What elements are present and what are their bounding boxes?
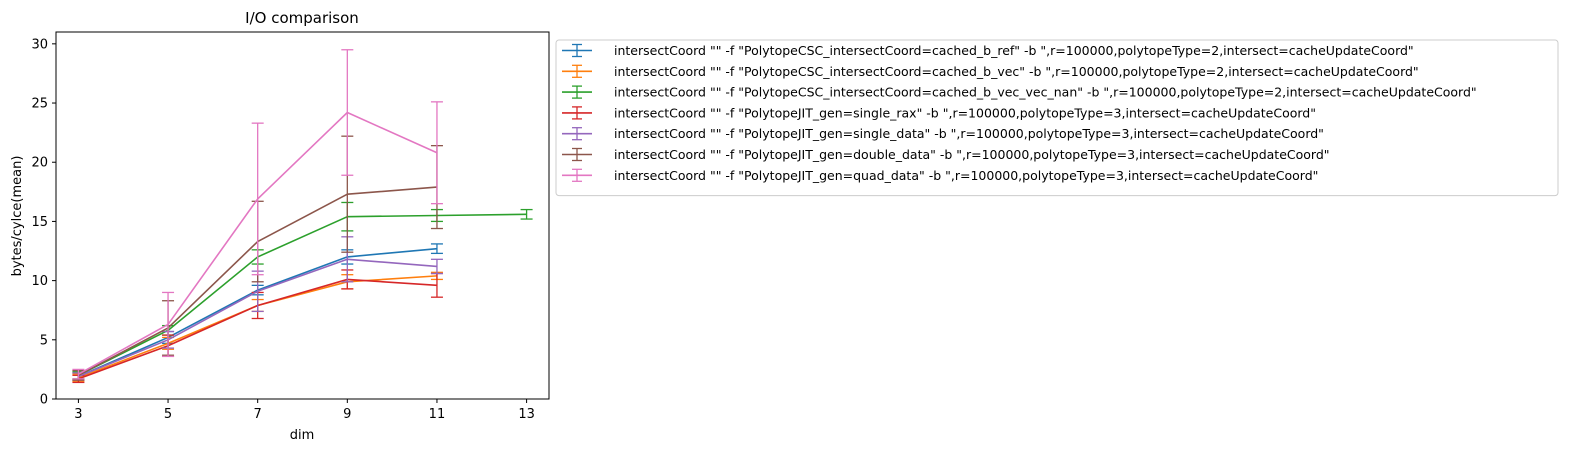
chart-title: I/O comparison bbox=[245, 9, 359, 27]
x-tick-label: 13 bbox=[518, 407, 535, 422]
chart-figure: I/O comparison dim bytes/cylce(mean) 3 5 7… bbox=[0, 0, 1579, 455]
x-tick-label: 9 bbox=[343, 407, 351, 422]
legend-entry-label: intersectCoord "" -f "PolytopeJIT_gen=si… bbox=[614, 105, 1316, 120]
legend-entry-label: intersectCoord "" -f "PolytopeJIT_gen=si… bbox=[614, 126, 1324, 141]
x-tick-label: 7 bbox=[254, 407, 262, 422]
y-tick-label: 5 bbox=[40, 333, 48, 348]
y-tick-label: 10 bbox=[31, 274, 48, 289]
legend-entry-label: intersectCoord "" -f "PolytopeJIT_gen=do… bbox=[614, 147, 1330, 162]
x-tick-label: 11 bbox=[429, 407, 446, 422]
legend-entry-label: intersectCoord "" -f "PolytopeJIT_gen=qu… bbox=[614, 168, 1318, 183]
legend: intersectCoord "" -f "PolytopeCSC_inters… bbox=[555, 39, 1559, 197]
y-tick-label: 25 bbox=[31, 97, 48, 112]
y-tick-label: 30 bbox=[31, 37, 48, 52]
legend-entry-label: intersectCoord "" -f "PolytopeCSC_inters… bbox=[614, 64, 1419, 79]
line-chart: I/O comparison dim bytes/cylce(mean) 3 5 7… bbox=[10, 9, 1559, 443]
plot-area: 3 5 7 9 11 13 0 5 10 15 20 25 30 bbox=[31, 31, 550, 422]
y-axis-label: bytes/cylce(mean) bbox=[10, 156, 25, 277]
x-axis-label: dim bbox=[290, 428, 315, 443]
y-tick-label: 15 bbox=[31, 215, 48, 230]
legend-entry-label: intersectCoord "" -f "PolytopeCSC_inters… bbox=[614, 85, 1477, 100]
y-tick-label: 20 bbox=[31, 156, 48, 171]
x-tick-label: 5 bbox=[164, 407, 172, 422]
x-tick-label: 3 bbox=[74, 407, 82, 422]
y-tick-label: 0 bbox=[40, 393, 48, 408]
legend-entry-label: intersectCoord "" -f "PolytopeCSC_inters… bbox=[614, 43, 1414, 58]
